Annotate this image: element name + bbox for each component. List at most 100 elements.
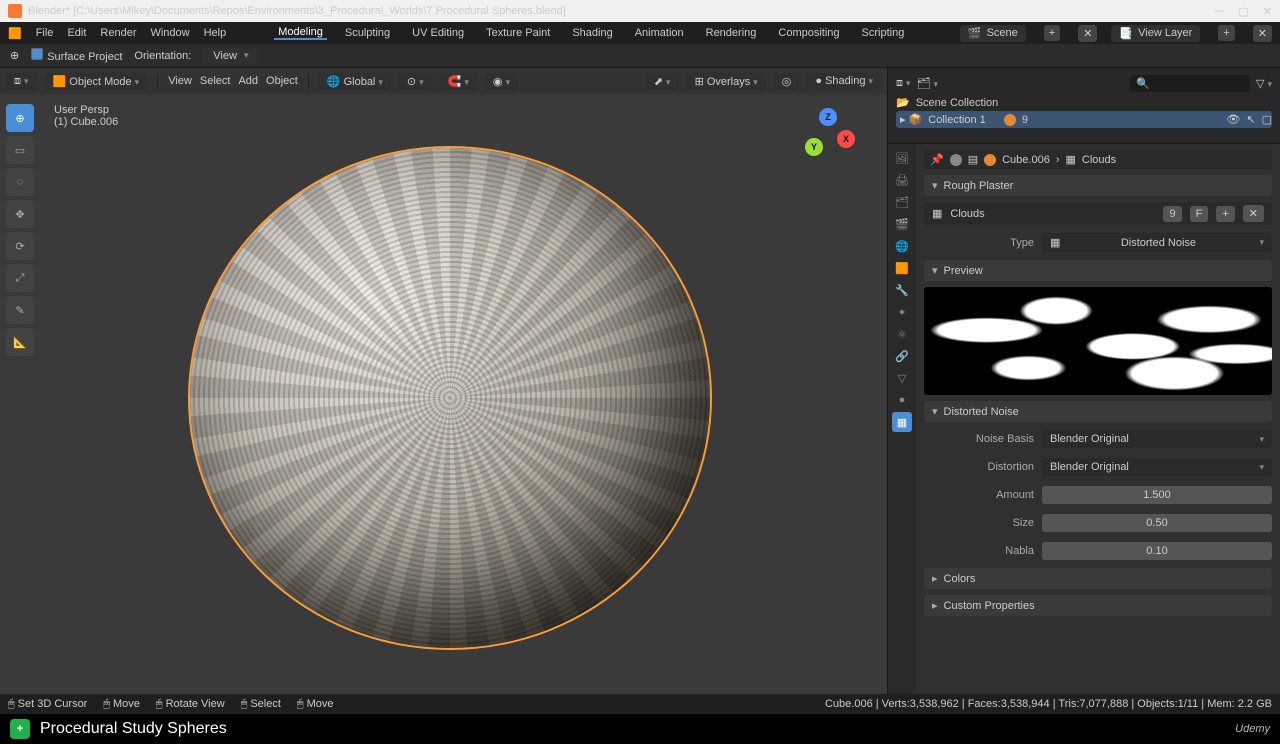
gizmo-x-axis[interactable]: X [837, 130, 855, 148]
tab-sculpting[interactable]: Sculpting [341, 27, 394, 39]
outliner-collection-row[interactable]: ▸ 📦 Collection 1 9 👁 ↖ ▢ [896, 111, 1272, 128]
overlays-dropdown[interactable]: ⊞ Overlays [687, 73, 766, 90]
gizmo-dropdown[interactable]: ⬈ [646, 73, 679, 90]
distortion-label: Distortion [924, 461, 1034, 473]
tab-scripting[interactable]: Scripting [858, 27, 909, 39]
viewlayer-selector[interactable]: 📑 View Layer [1111, 25, 1200, 42]
transform-orientation-dropdown[interactable]: 🌐 Global [319, 73, 391, 90]
tab-world-props[interactable]: 🌐 [892, 236, 912, 256]
tab-viewlayer-props[interactable]: 🗂 [892, 192, 912, 212]
tab-material-props[interactable]: ● [892, 390, 912, 410]
tab-scene-props[interactable]: 🎬 [892, 214, 912, 234]
outliner-select-icon[interactable]: ↖ [1246, 113, 1255, 126]
amount-input[interactable]: 1.500 [1042, 486, 1272, 504]
tab-rendering[interactable]: Rendering [702, 27, 761, 39]
tool-measure[interactable]: 📐 [6, 328, 34, 356]
outliner-visibility-icon[interactable]: 👁 [1226, 113, 1240, 126]
shading-dropdown[interactable]: ● Shading [807, 73, 881, 89]
xray-toggle[interactable]: ◎ [774, 73, 800, 90]
distortion-dropdown[interactable]: Blender Original [1042, 458, 1272, 476]
texture-add-button[interactable]: + [1216, 206, 1234, 222]
pivot-point-dropdown[interactable]: ⊙ [399, 73, 432, 90]
brush-icon[interactable]: ▤ [968, 153, 978, 166]
tool-select-box[interactable]: ▭ [6, 136, 34, 164]
texture-remove-button[interactable]: ✕ [1243, 205, 1264, 222]
surface-project-checkbox[interactable] [31, 48, 43, 60]
panel-distorted-noise[interactable]: ▾Distorted Noise [924, 401, 1272, 422]
tab-physics-props[interactable]: ⚛ [892, 324, 912, 344]
tab-texture-props[interactable]: ▦ [892, 412, 912, 432]
viewport-menu-select[interactable]: Select [200, 75, 231, 87]
fake-user-button[interactable]: F [1190, 206, 1209, 222]
orientation-gizmo[interactable]: Z X Y [797, 108, 857, 168]
orientation-dropdown[interactable]: View [203, 48, 258, 64]
viewport-3d[interactable]: ⧈ 🟧 Object Mode View Select Add Object 🌐… [0, 68, 888, 694]
tab-object-props[interactable]: 🟧 [892, 258, 912, 278]
minimize-button[interactable]: — [1213, 5, 1224, 18]
outliner-scene-row[interactable]: 📂 Scene Collection [896, 94, 1272, 111]
panel-rough-plaster[interactable]: ▾Rough Plaster [924, 175, 1272, 196]
gizmo-z-axis[interactable]: Z [819, 108, 837, 126]
tab-animation[interactable]: Animation [631, 27, 688, 39]
editor-type-dropdown[interactable]: ⧈ [6, 73, 37, 90]
gizmo-y-axis[interactable]: Y [805, 138, 823, 156]
close-button[interactable]: ✕ [1263, 5, 1272, 18]
breadcrumb-object[interactable]: Cube.006 [1002, 154, 1050, 166]
pin-icon[interactable]: 📌 [930, 153, 944, 166]
tool-rotate[interactable]: ⟳ [6, 232, 34, 260]
tab-modeling[interactable]: Modeling [274, 26, 327, 40]
mode-dropdown[interactable]: 🟧 Object Mode [45, 73, 148, 90]
panel-custom-properties[interactable]: ▸Custom Properties [924, 595, 1272, 616]
breadcrumb-texture[interactable]: Clouds [1082, 154, 1116, 166]
texture-users-count[interactable]: 9 [1163, 206, 1181, 222]
outliner-hide-icon[interactable]: ▢ [1262, 113, 1272, 126]
tab-uv-editing[interactable]: UV Editing [408, 27, 468, 39]
scene-add-button[interactable]: + [1044, 25, 1060, 41]
texture-name-input[interactable]: Clouds [950, 208, 1155, 220]
outliner-search-input[interactable]: 🔍 [1130, 75, 1250, 92]
viewport-perspective-label: User Persp [54, 104, 118, 116]
type-dropdown[interactable]: ▦ Distorted Noise [1042, 233, 1272, 252]
size-input[interactable]: 0.50 [1042, 514, 1272, 532]
viewlayer-remove-button[interactable]: ✕ [1253, 25, 1272, 42]
tool-annotate[interactable]: ✎ [6, 296, 34, 324]
menu-render[interactable]: Render [100, 27, 136, 39]
maximize-button[interactable]: ▢ [1238, 5, 1248, 18]
scene-selector[interactable]: 🎬 Scene [960, 25, 1026, 42]
menu-file[interactable]: File [36, 27, 54, 39]
panel-preview[interactable]: ▾Preview [924, 260, 1272, 281]
outliner-filter-dropdown[interactable]: ▽ [1256, 77, 1272, 90]
panel-colors[interactable]: ▸Colors [924, 568, 1272, 589]
tool-select-circle[interactable]: ◌ [6, 168, 34, 196]
tab-mesh-props[interactable]: ▽ [892, 368, 912, 388]
viewport-menu-add[interactable]: Add [238, 75, 258, 87]
cursor-tool-icon[interactable]: ⊕ [10, 49, 19, 62]
tool-cursor[interactable]: ⊕ [6, 104, 34, 132]
proportional-edit-dropdown[interactable]: ◉ [485, 73, 518, 90]
viewport-mesh-object[interactable] [190, 148, 710, 648]
viewlayer-add-button[interactable]: + [1218, 25, 1234, 41]
texture-selector[interactable]: ▦ Clouds 9 F + ✕ [924, 202, 1272, 225]
nabla-input[interactable]: 0.10 [1042, 542, 1272, 560]
viewport-menu-object[interactable]: Object [266, 75, 298, 87]
status-move1: Move [113, 698, 140, 710]
menu-window[interactable]: Window [150, 27, 189, 39]
noise-basis-dropdown[interactable]: Blender Original [1042, 430, 1272, 448]
tab-render-props[interactable]: 🖼 [892, 148, 912, 168]
tab-modifier-props[interactable]: 🔧 [892, 280, 912, 300]
scene-remove-button[interactable]: ✕ [1078, 25, 1097, 42]
tab-particle-props[interactable]: ✦ [892, 302, 912, 322]
snap-dropdown[interactable]: 🧲 [440, 73, 477, 90]
tab-texture-paint[interactable]: Texture Paint [482, 27, 554, 39]
menu-help[interactable]: Help [204, 27, 227, 39]
tab-constraint-props[interactable]: 🔗 [892, 346, 912, 366]
viewport-menu-view[interactable]: View [168, 75, 192, 87]
tab-shading[interactable]: Shading [568, 27, 616, 39]
tab-output-props[interactable]: 🖨 [892, 170, 912, 190]
tool-scale[interactable]: ⤢ [6, 264, 34, 292]
tab-compositing[interactable]: Compositing [774, 27, 843, 39]
outliner-type-dropdown[interactable]: ⧈ [896, 77, 911, 90]
menu-edit[interactable]: Edit [67, 27, 86, 39]
tool-move[interactable]: ✥ [6, 200, 34, 228]
outliner-display-dropdown[interactable]: 🗂 [917, 77, 939, 90]
